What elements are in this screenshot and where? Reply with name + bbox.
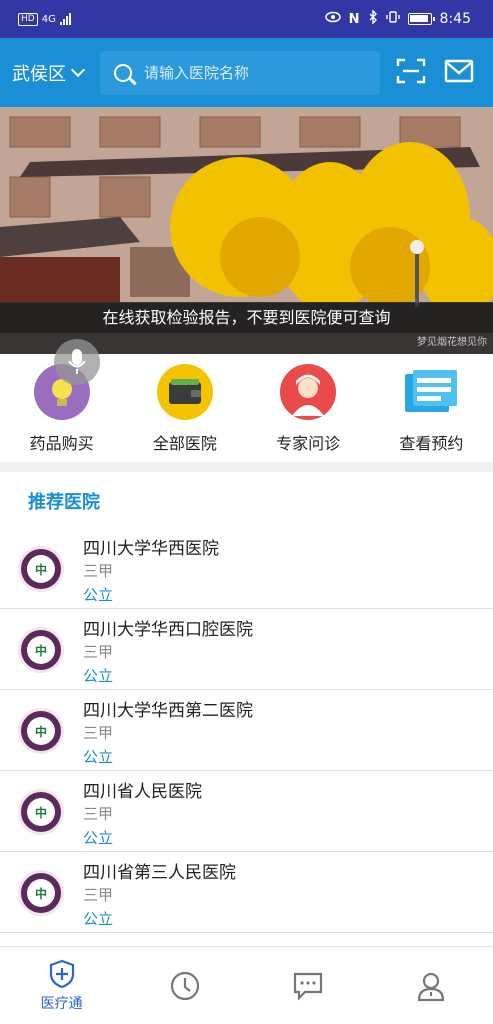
battery-icon — [407, 13, 435, 25]
hospital-name: 四川省第三人民医院 — [83, 863, 236, 883]
hospital-logo: 中 — [18, 870, 64, 916]
action-label: 专家问诊 — [276, 434, 341, 453]
microphone-icon — [68, 349, 86, 374]
action-label: 药品购买 — [29, 434, 94, 453]
mail-icon[interactable] — [444, 59, 474, 87]
status-time: 8:45 — [439, 11, 471, 27]
action-view-appointment[interactable]: 查看预约 — [376, 364, 486, 464]
search-icon — [114, 63, 132, 82]
list-item[interactable]: 中 四川大学华西口腔医院 三甲 公立 — [0, 609, 493, 690]
hospital-name: 四川省人民医院 — [83, 782, 202, 802]
doctor-icon — [280, 364, 337, 420]
section-divider — [0, 462, 493, 472]
list-item[interactable]: 中 四川省人民医院 三甲 公立 — [0, 771, 493, 852]
list-item[interactable]: 中 四川大学华西医院 三甲 公立 — [0, 528, 493, 609]
wallet-icon — [156, 364, 213, 420]
section-title: 推荐医院 — [28, 492, 100, 513]
header: 武侯区 — [0, 38, 493, 107]
hospital-type: 公立 — [83, 748, 114, 766]
shield-plus-icon — [49, 959, 74, 988]
hospital-type: 公立 — [83, 910, 114, 928]
hospital-name: 四川大学华西第二医院 — [83, 701, 253, 721]
nav-messages[interactable] — [263, 971, 353, 1001]
nav-label: 医疗通 — [40, 995, 83, 1012]
chevron-down-icon — [70, 62, 86, 77]
nav-history[interactable] — [140, 970, 230, 1002]
nav-profile[interactable] — [386, 970, 476, 1002]
banner-carousel[interactable]: 在线获取检验报告，不要到医院便可查询 梦见烟花想见你 — [0, 107, 493, 354]
vibrate-icon — [385, 10, 400, 28]
hospital-logo: 中 — [18, 789, 64, 835]
banner-caption: 在线获取检验报告，不要到医院便可查询 — [0, 303, 493, 333]
nav-medical-pass[interactable]: 医疗通 — [17, 959, 107, 1013]
action-label: 查看预约 — [399, 434, 464, 453]
status-bar: HD 4G N 8:45 — [0, 0, 493, 38]
status-left: HD 4G — [18, 12, 71, 26]
signal-icon — [59, 13, 71, 25]
banner-watermark: 梦见烟花想见你 — [417, 337, 487, 348]
hospital-type: 公立 — [83, 586, 114, 604]
appointment-icon — [403, 364, 459, 420]
hospital-logo: 中 — [18, 708, 64, 754]
list-item[interactable]: 中 四川大学华西第二医院 三甲 公立 — [0, 690, 493, 771]
eye-icon — [324, 11, 341, 27]
hospital-logo: 中 — [18, 546, 64, 592]
search-bar[interactable] — [100, 50, 380, 95]
bluetooth-icon — [368, 9, 378, 28]
clock-icon — [170, 971, 199, 1000]
user-icon — [418, 972, 445, 1001]
hospital-name: 四川大学华西口腔医院 — [83, 620, 253, 640]
hospital-logo: 中 — [18, 627, 64, 673]
list-item[interactable]: 中 四川省第三人民医院 三甲 公立 — [0, 852, 493, 933]
message-icon — [294, 972, 323, 1001]
action-all-hospitals[interactable]: 全部医院 — [130, 364, 240, 464]
action-label: 全部医院 — [152, 434, 217, 453]
hd-badge: HD — [18, 12, 38, 26]
action-expert-consult[interactable]: 专家问诊 — [253, 364, 363, 464]
search-input[interactable] — [144, 63, 364, 82]
network-type: 4G — [41, 13, 56, 25]
hospital-name: 四川大学华西医院 — [83, 539, 219, 559]
nfc-icon: N — [348, 11, 360, 27]
hospital-type: 公立 — [83, 829, 114, 847]
hospital-level: 三甲 — [83, 643, 114, 661]
hospital-level: 三甲 — [83, 562, 114, 580]
hospital-level: 三甲 — [83, 724, 114, 742]
hospital-level: 三甲 — [83, 805, 114, 823]
hospital-list: 中 四川大学华西医院 三甲 公立 中 四川大学华西口腔医院 三甲 公立 中 四川… — [0, 528, 493, 1014]
bottom-navigation: 医疗通 — [0, 946, 493, 1024]
scan-icon[interactable] — [396, 58, 426, 88]
voice-search-button[interactable] — [54, 339, 100, 385]
status-right: N 8:45 — [324, 9, 471, 28]
district-selector[interactable]: 武侯区 — [12, 60, 100, 86]
hospital-level: 三甲 — [83, 886, 114, 904]
district-label: 武侯区 — [12, 63, 66, 85]
header-actions — [396, 58, 474, 88]
hospital-type: 公立 — [83, 667, 114, 685]
